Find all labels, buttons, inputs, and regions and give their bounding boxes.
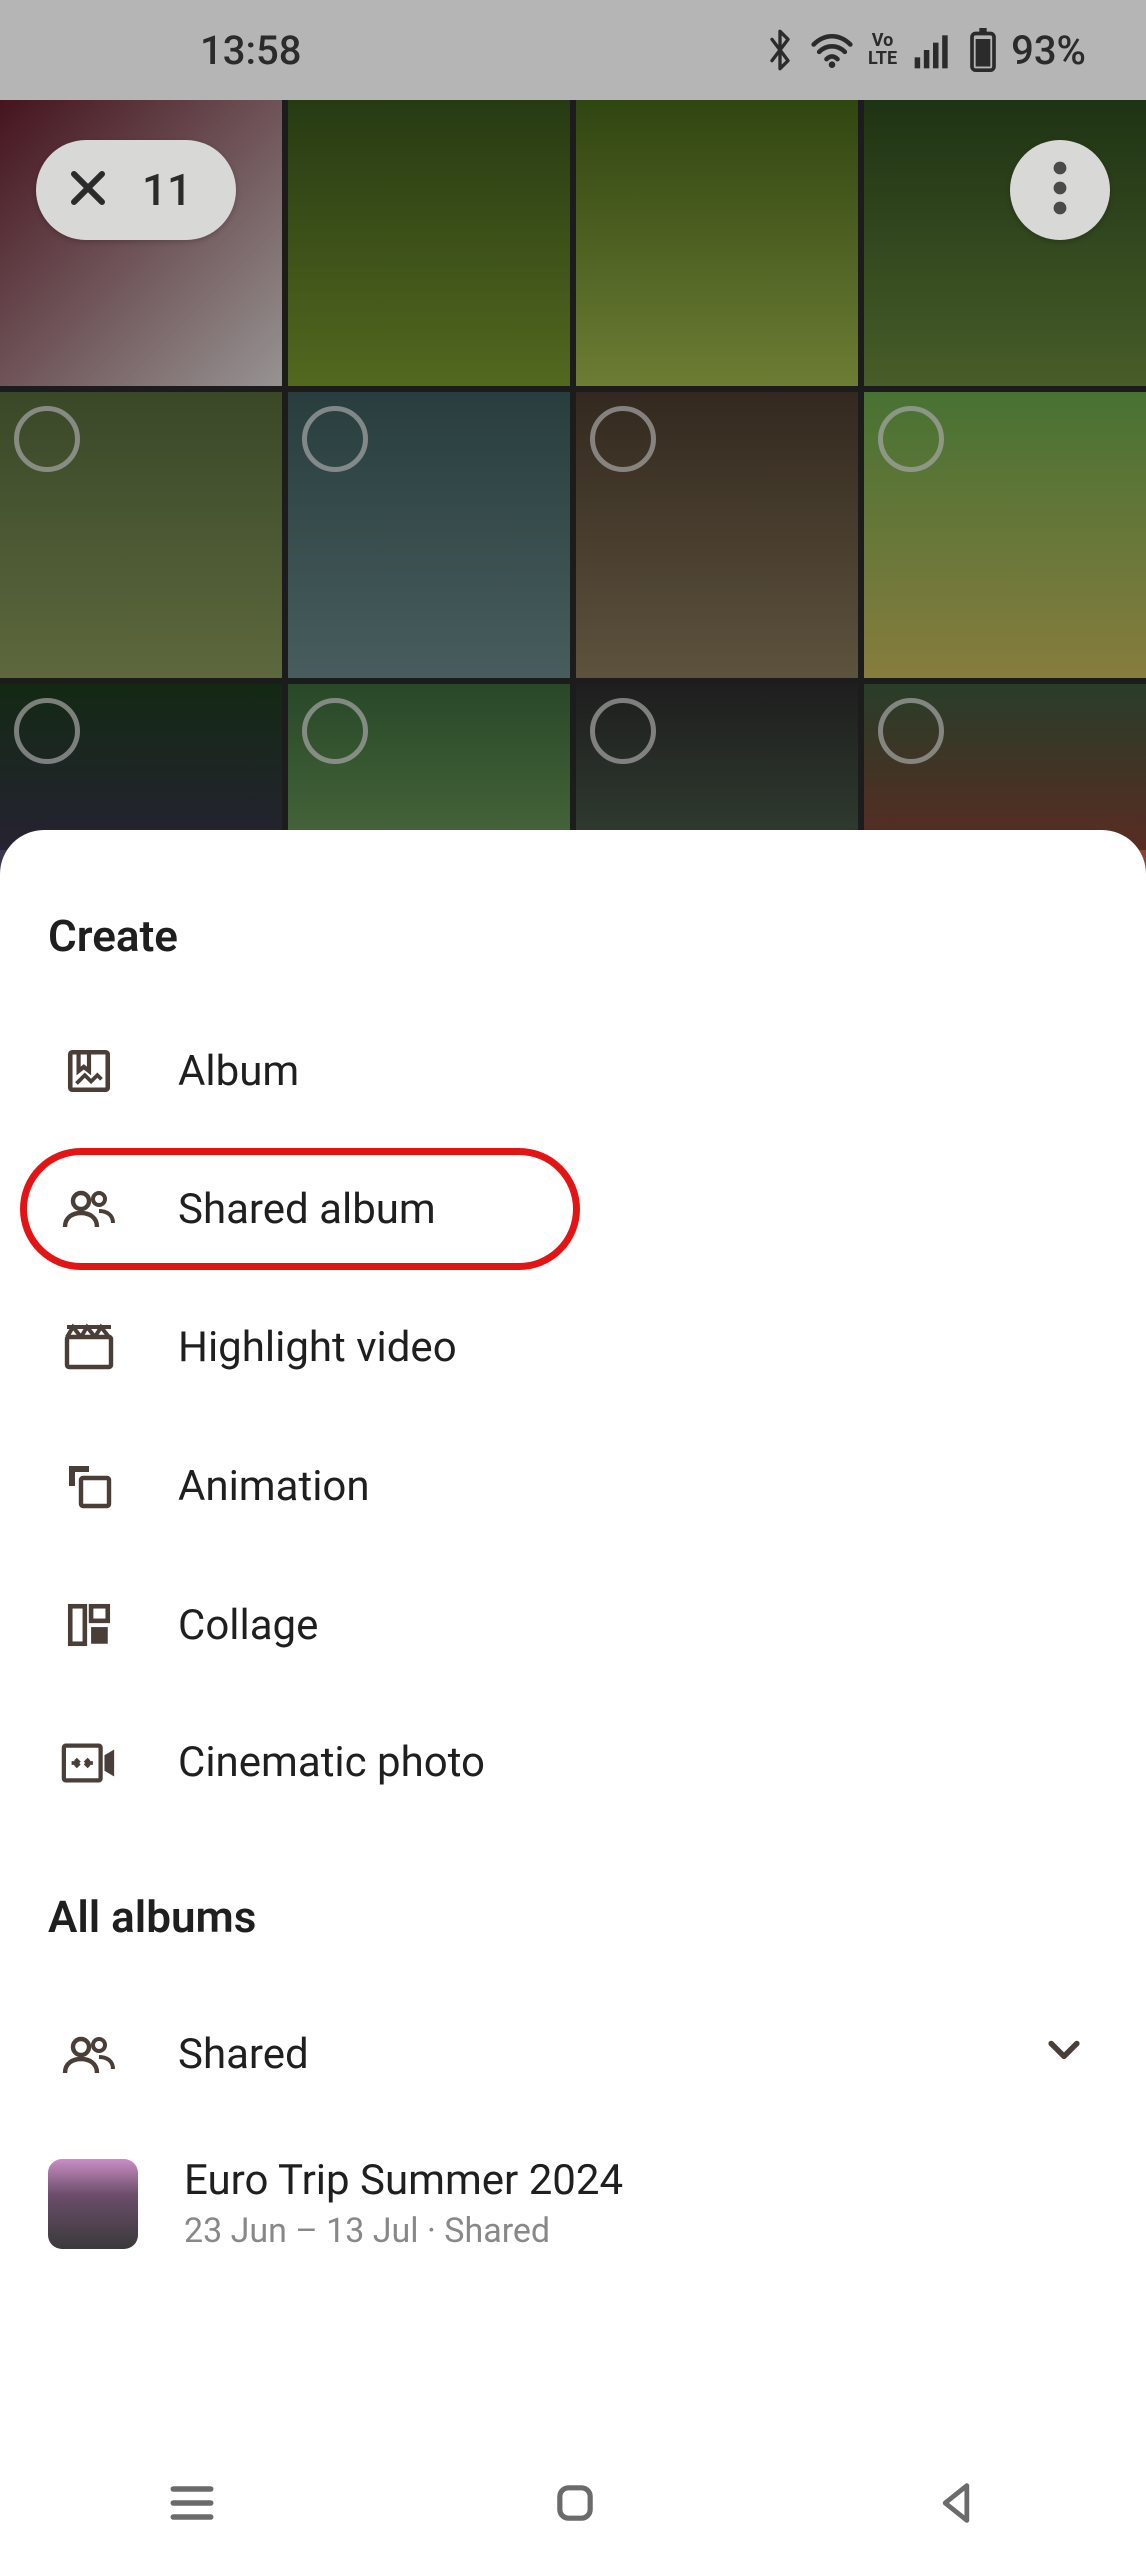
status-icons: Vo LTE 93% — [764, 27, 1086, 74]
item-label: Shared album — [178, 1185, 1086, 1234]
more-vert-icon — [1052, 160, 1068, 220]
item-label: Album — [178, 1047, 1086, 1096]
item-label: Cinematic photo — [178, 1738, 1086, 1787]
system-nav-bar — [0, 2450, 1146, 2560]
people-icon — [60, 2030, 118, 2080]
signal-icon — [911, 28, 955, 72]
recents-button[interactable] — [164, 2475, 220, 2535]
bluetooth-icon — [764, 28, 796, 72]
create-item-animation[interactable]: Animation — [0, 1416, 1146, 1556]
bottom-sheet: Create Album Shared album Highlight vide… — [0, 830, 1146, 2560]
create-item-shared-album[interactable]: Shared album — [0, 1140, 1146, 1278]
album-row[interactable]: Euro Trip Summer 2024 23 Jun – 13 Jul · … — [0, 2126, 1146, 2281]
selection-pill: 11 — [36, 140, 236, 240]
volte-icon: Vo LTE — [868, 32, 897, 68]
album-subtitle: 23 Jun – 13 Jul · Shared — [184, 2211, 623, 2251]
album-icon — [60, 1046, 118, 1096]
battery-icon — [969, 28, 997, 72]
shared-album-icon — [60, 1184, 118, 1234]
battery-percent: 93% — [1011, 27, 1086, 74]
status-time: 13:58 — [60, 27, 301, 74]
collage-icon — [60, 1600, 118, 1650]
item-label: Animation — [178, 1462, 1086, 1511]
shared-label: Shared — [178, 2030, 982, 2079]
cinematic-photo-icon — [60, 1740, 118, 1786]
status-bar: 13:58 Vo LTE 93% — [0, 0, 1146, 100]
create-item-album[interactable]: Album — [0, 1002, 1146, 1140]
create-item-collage[interactable]: Collage — [0, 1556, 1146, 1694]
album-thumbnail — [48, 2159, 138, 2249]
create-header: Create — [0, 890, 1146, 1002]
item-label: Collage — [178, 1601, 1086, 1650]
selection-count: 11 — [142, 164, 192, 216]
animation-icon — [60, 1460, 118, 1512]
back-button[interactable] — [930, 2477, 982, 2533]
overflow-button[interactable] — [1010, 140, 1110, 240]
create-item-highlight-video[interactable]: Highlight video — [0, 1278, 1146, 1416]
chevron-down-icon — [1042, 2027, 1086, 2082]
create-item-cinematic-photo[interactable]: Cinematic photo — [0, 1694, 1146, 1831]
all-albums-header: All albums — [0, 1831, 1146, 1983]
close-icon[interactable] — [64, 164, 112, 216]
shared-filter-row[interactable]: Shared — [0, 1983, 1146, 2126]
item-label: Highlight video — [178, 1323, 1086, 1372]
album-title: Euro Trip Summer 2024 — [184, 2156, 623, 2205]
wifi-icon — [810, 28, 854, 72]
highlight-video-icon — [60, 1322, 118, 1372]
home-button[interactable] — [549, 2477, 601, 2533]
